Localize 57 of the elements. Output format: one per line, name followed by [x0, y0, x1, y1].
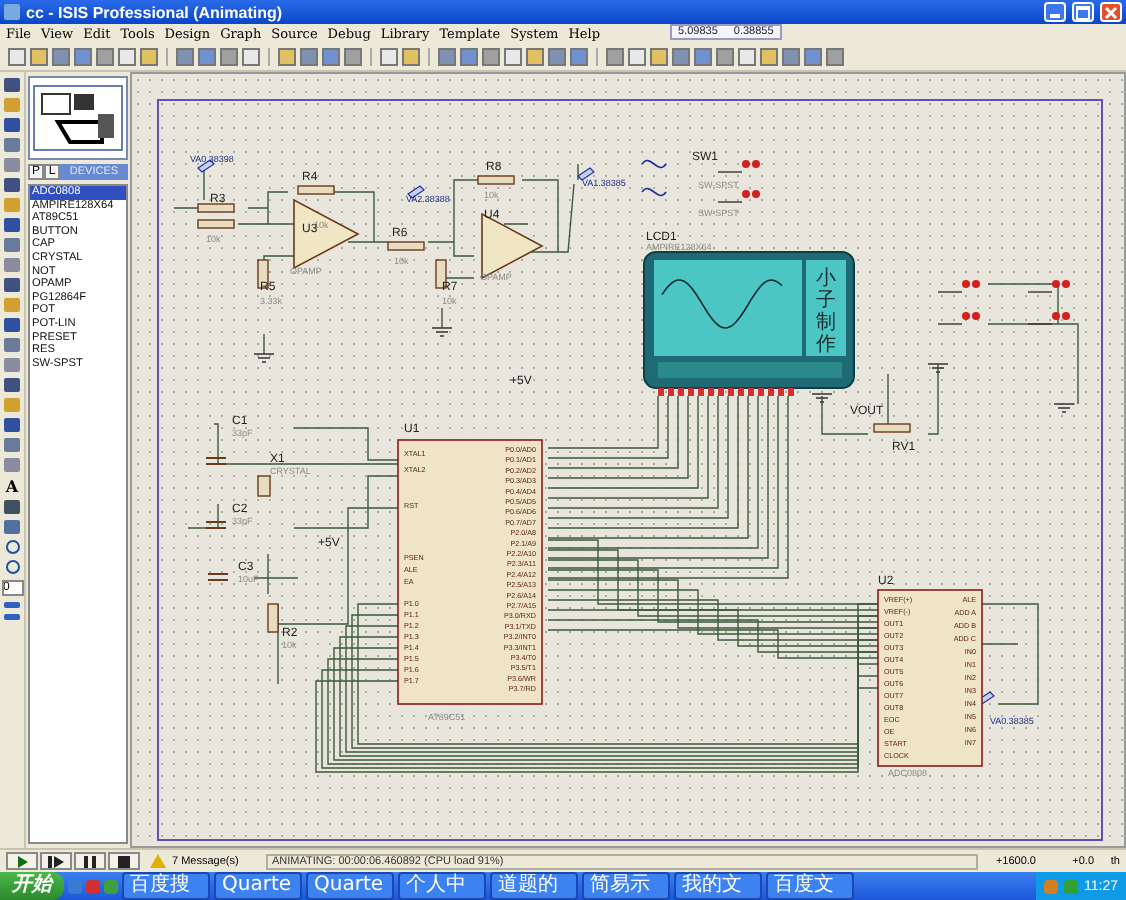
capacitor-symbol [205, 521, 227, 529]
signal-generator-icon [641, 187, 667, 197]
step-icon [48, 855, 64, 867]
window-title: cc - ISIS Professional (Animating) [26, 3, 283, 21]
capacitor-symbol [205, 457, 227, 465]
voltage-probe-icon [407, 185, 425, 199]
taskbar-button[interactable]: 百度文 [766, 872, 854, 900]
switch-symbol [1027, 280, 1070, 293]
warning-icon[interactable] [150, 854, 166, 868]
ground-symbol [927, 363, 949, 373]
resistor-symbol [477, 175, 515, 185]
taskbar-button[interactable]: Quarte [214, 872, 302, 900]
taskbar-button[interactable]: 简易示 [582, 872, 670, 900]
taskbar-button[interactable]: 我的文 [674, 872, 762, 900]
resistor-symbol [197, 203, 235, 213]
close-button[interactable] [1100, 2, 1122, 22]
op-amp-symbol [481, 212, 544, 280]
taskbar-button[interactable]: 个人中 [398, 872, 486, 900]
schematic-thumbnail-drawing [30, 82, 126, 154]
taskbar-button[interactable]: 道题的 [490, 872, 578, 900]
crystal-symbol [257, 475, 271, 497]
switch-symbol [717, 160, 760, 173]
voltage-probe-icon [197, 159, 215, 173]
signal-generator-icon [641, 159, 667, 169]
taskbar-button[interactable]: 百度搜 [122, 872, 210, 900]
pause-button[interactable] [74, 852, 106, 870]
taskbar-button[interactable]: Quarte [306, 872, 394, 900]
capacitor-symbol [207, 573, 229, 581]
switch-symbol [717, 190, 760, 203]
play-icon [16, 855, 28, 867]
rotate-anticlockwise-icon[interactable] [5, 560, 19, 574]
ground-symbol [253, 353, 275, 363]
ground-symbol [811, 393, 833, 403]
stop-icon [118, 855, 130, 867]
overview-window[interactable] [28, 76, 128, 160]
minimize-button[interactable] [1044, 2, 1066, 22]
op-amp-symbol [293, 198, 360, 270]
resistor-symbol [267, 603, 279, 633]
resistor-symbol [387, 241, 425, 251]
resistor-symbol [435, 259, 447, 289]
play-button[interactable] [6, 852, 38, 870]
ground-symbol [1053, 403, 1075, 413]
step-button[interactable] [40, 852, 72, 870]
lcd-text: 小子制作 [816, 268, 836, 356]
maximize-button[interactable] [1072, 2, 1094, 22]
pause-icon [84, 855, 96, 867]
switch-symbol [937, 280, 980, 293]
rotate-clockwise-icon[interactable] [5, 540, 19, 554]
ground-symbol [431, 327, 453, 337]
resistor-symbol [297, 185, 335, 195]
resistor-symbol [197, 219, 235, 229]
stop-button[interactable] [108, 852, 140, 870]
potentiometer-symbol [873, 423, 911, 433]
voltage-probe-icon [577, 167, 595, 181]
switch-symbol [1027, 312, 1070, 325]
switch-symbol [937, 312, 980, 325]
text-tool[interactable]: A [5, 478, 19, 494]
